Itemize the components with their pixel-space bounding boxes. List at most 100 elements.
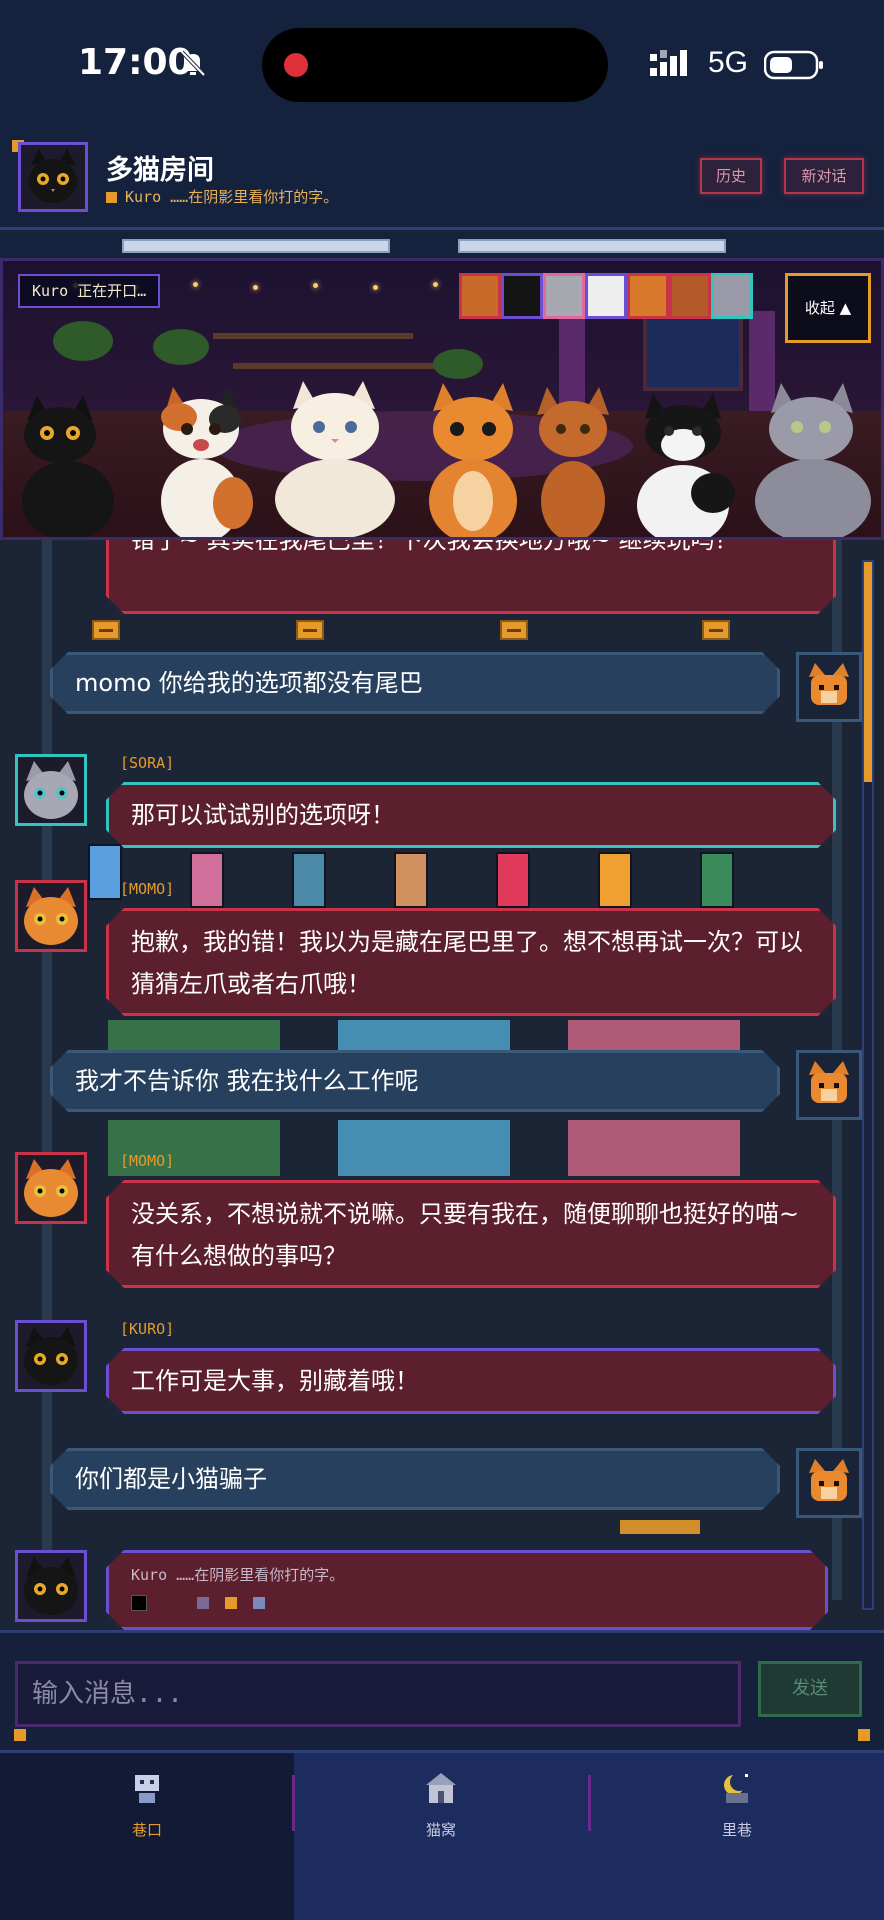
battery-icon [764,50,823,80]
cat-avatar-momo[interactable] [15,1152,87,1224]
user-message: momo 你给我的选项都没有尾巴 [50,652,780,714]
cat-message: 抱歉，我的错！我以为是藏在尾巴里了。想不想再试一次？可以猜猜左爪或者右爪哦！ [106,908,836,1016]
message-text: 没关系，不想说就不说嘛。只要有我在，随便聊聊也挺好的喵~ 有什么想做的事吗？ [131,1200,800,1270]
cat-chip-sora[interactable] [543,273,585,319]
message-text: 抱歉，我的错！我以为是藏在尾巴里了。想不想再试一次？可以猜猜左爪或者右爪哦！ [131,928,803,998]
chat-area[interactable]: 错了~ 其实在我尾巴里！下次我会换地方哦~ 继续玩吗？ momo 你给我的选项都… [0,540,884,1630]
user-avatar[interactable] [796,652,862,722]
message-text: 我才不告诉你 我在找什么工作呢 [75,1067,419,1095]
page-title: 多猫房间 [106,155,214,186]
orange-cat-icon [24,887,78,945]
new-chat-button[interactable]: 新对话 [784,158,864,194]
collapse-button[interactable]: 收起 ▲ [785,273,871,343]
locker [394,852,428,908]
shelf-block [620,1520,700,1534]
corner-accent [14,1729,26,1741]
house-icon [426,1773,456,1803]
recording-dot-icon [284,53,308,77]
cat-grey-sprite [755,383,871,537]
shelf-block [568,1020,740,1050]
cat-avatar-kuro[interactable] [15,1550,87,1622]
cat-message: 没关系，不想说就不说嘛。只要有我在，随便聊聊也挺好的喵~ 有什么想做的事吗？ [106,1180,836,1288]
plant [153,329,209,365]
cat-white-sprite [275,381,395,537]
typing-status: Kuro 正在开口… [18,274,161,308]
chat-scrollbar-thumb[interactable] [864,562,872,782]
cat-avatar-momo[interactable] [15,880,87,952]
user-avatar[interactable] [796,1448,862,1518]
typing-dot [197,1597,209,1609]
orange-cat-icon [809,1061,849,1103]
room-tab[interactable] [458,239,726,253]
cat-chip-momo[interactable] [459,273,501,319]
cat-message: 工作可是大事，别藏着哦！ [106,1348,836,1414]
shelf-tag [702,620,730,640]
cat-avatar-sora[interactable] [15,754,87,826]
message-input[interactable]: 输入消息... [15,1661,741,1727]
cat-chip-kuro[interactable] [501,273,543,319]
network-label: 5G [708,46,749,79]
nav-label: 里巷 [721,1821,752,1839]
locker [700,852,734,908]
orange-cat-icon [809,663,849,705]
dynamic-island [262,28,608,102]
send-button[interactable]: 发送 [758,1661,862,1717]
nav-label: 巷口 [131,1821,162,1839]
typing-dot [131,1595,147,1611]
locker [88,844,122,900]
black-cat-icon [29,149,77,203]
plant [53,321,113,361]
shelf-block [338,1120,510,1176]
sender-name: [MOMO] [120,880,175,898]
typing-message: Kuro ……在阴影里看你打的字。 [106,1550,828,1630]
locker [190,852,224,908]
chat-scrollbar[interactable] [862,560,874,1610]
header-status-text: Kuro ……在阴影里看你打的字。 [125,188,339,206]
locker [292,852,326,908]
orange-cat-icon [809,1459,849,1501]
header-status: Kuro ……在阴影里看你打的字。 [106,186,338,207]
sender-name: [KURO] [120,1320,175,1338]
history-button[interactable]: 历史 [700,158,762,194]
locker [496,852,530,908]
cat-chip-leo[interactable] [669,273,711,319]
user-avatar[interactable] [796,1050,862,1120]
grey-cat-icon [24,761,78,819]
sender-name: [MOMO] [120,1152,175,1170]
room-avatar[interactable] [18,142,88,212]
cat-chip-momo2[interactable] [627,273,669,319]
shelf-block [338,1020,510,1050]
user-message: 我才不告诉你 我在找什么工作呢 [50,1050,780,1112]
status-time: 17:00 [78,42,193,83]
wall-shelf [233,363,463,369]
corner-accent [858,1729,870,1741]
shelf-tag [92,620,120,640]
locker [598,852,632,908]
cat-chip-sora2[interactable] [711,273,753,319]
shelf-tag [296,620,324,640]
cat-kuro-sprite [22,395,114,537]
signal-icon [650,50,687,76]
room-tab[interactable] [122,239,390,253]
nav-label: 猫窝 [425,1821,456,1839]
cat-chip-mochi[interactable] [585,273,627,319]
nav-item-alley-entrance[interactable]: 巷口 [0,1753,294,1920]
nav-item-cat-nest[interactable]: 猫窝 [294,1753,588,1853]
moon-alley-icon [724,1773,748,1803]
typing-dot [253,1597,265,1609]
chat-header: 多猫房间 Kuro ……在阴影里看你打的字。 历史 新对话 [0,130,884,230]
cat-calico-sprite [161,387,253,537]
typing-dots [131,1593,803,1611]
user-message: 你们都是小猫骗子 [50,1448,780,1510]
cat-message: 那可以试试别的选项呀！ [106,782,836,848]
cat-room-banner: Kuro 正在开口… 收起 ▲ [0,258,884,540]
wall-shelf [213,333,413,339]
shelf-tag [500,620,528,640]
cat-avatar-kuro[interactable] [15,1320,87,1392]
message-text: 错了~ 其实在我尾巴里！下次我会换地方哦~ 继续玩吗？ [131,540,739,554]
orange-cat-icon [24,1159,78,1217]
typing-dot [225,1597,237,1609]
black-cat-icon [24,1557,78,1615]
shelf-block [568,1120,740,1176]
nav-item-inner-alley[interactable]: 里巷 [590,1753,884,1853]
